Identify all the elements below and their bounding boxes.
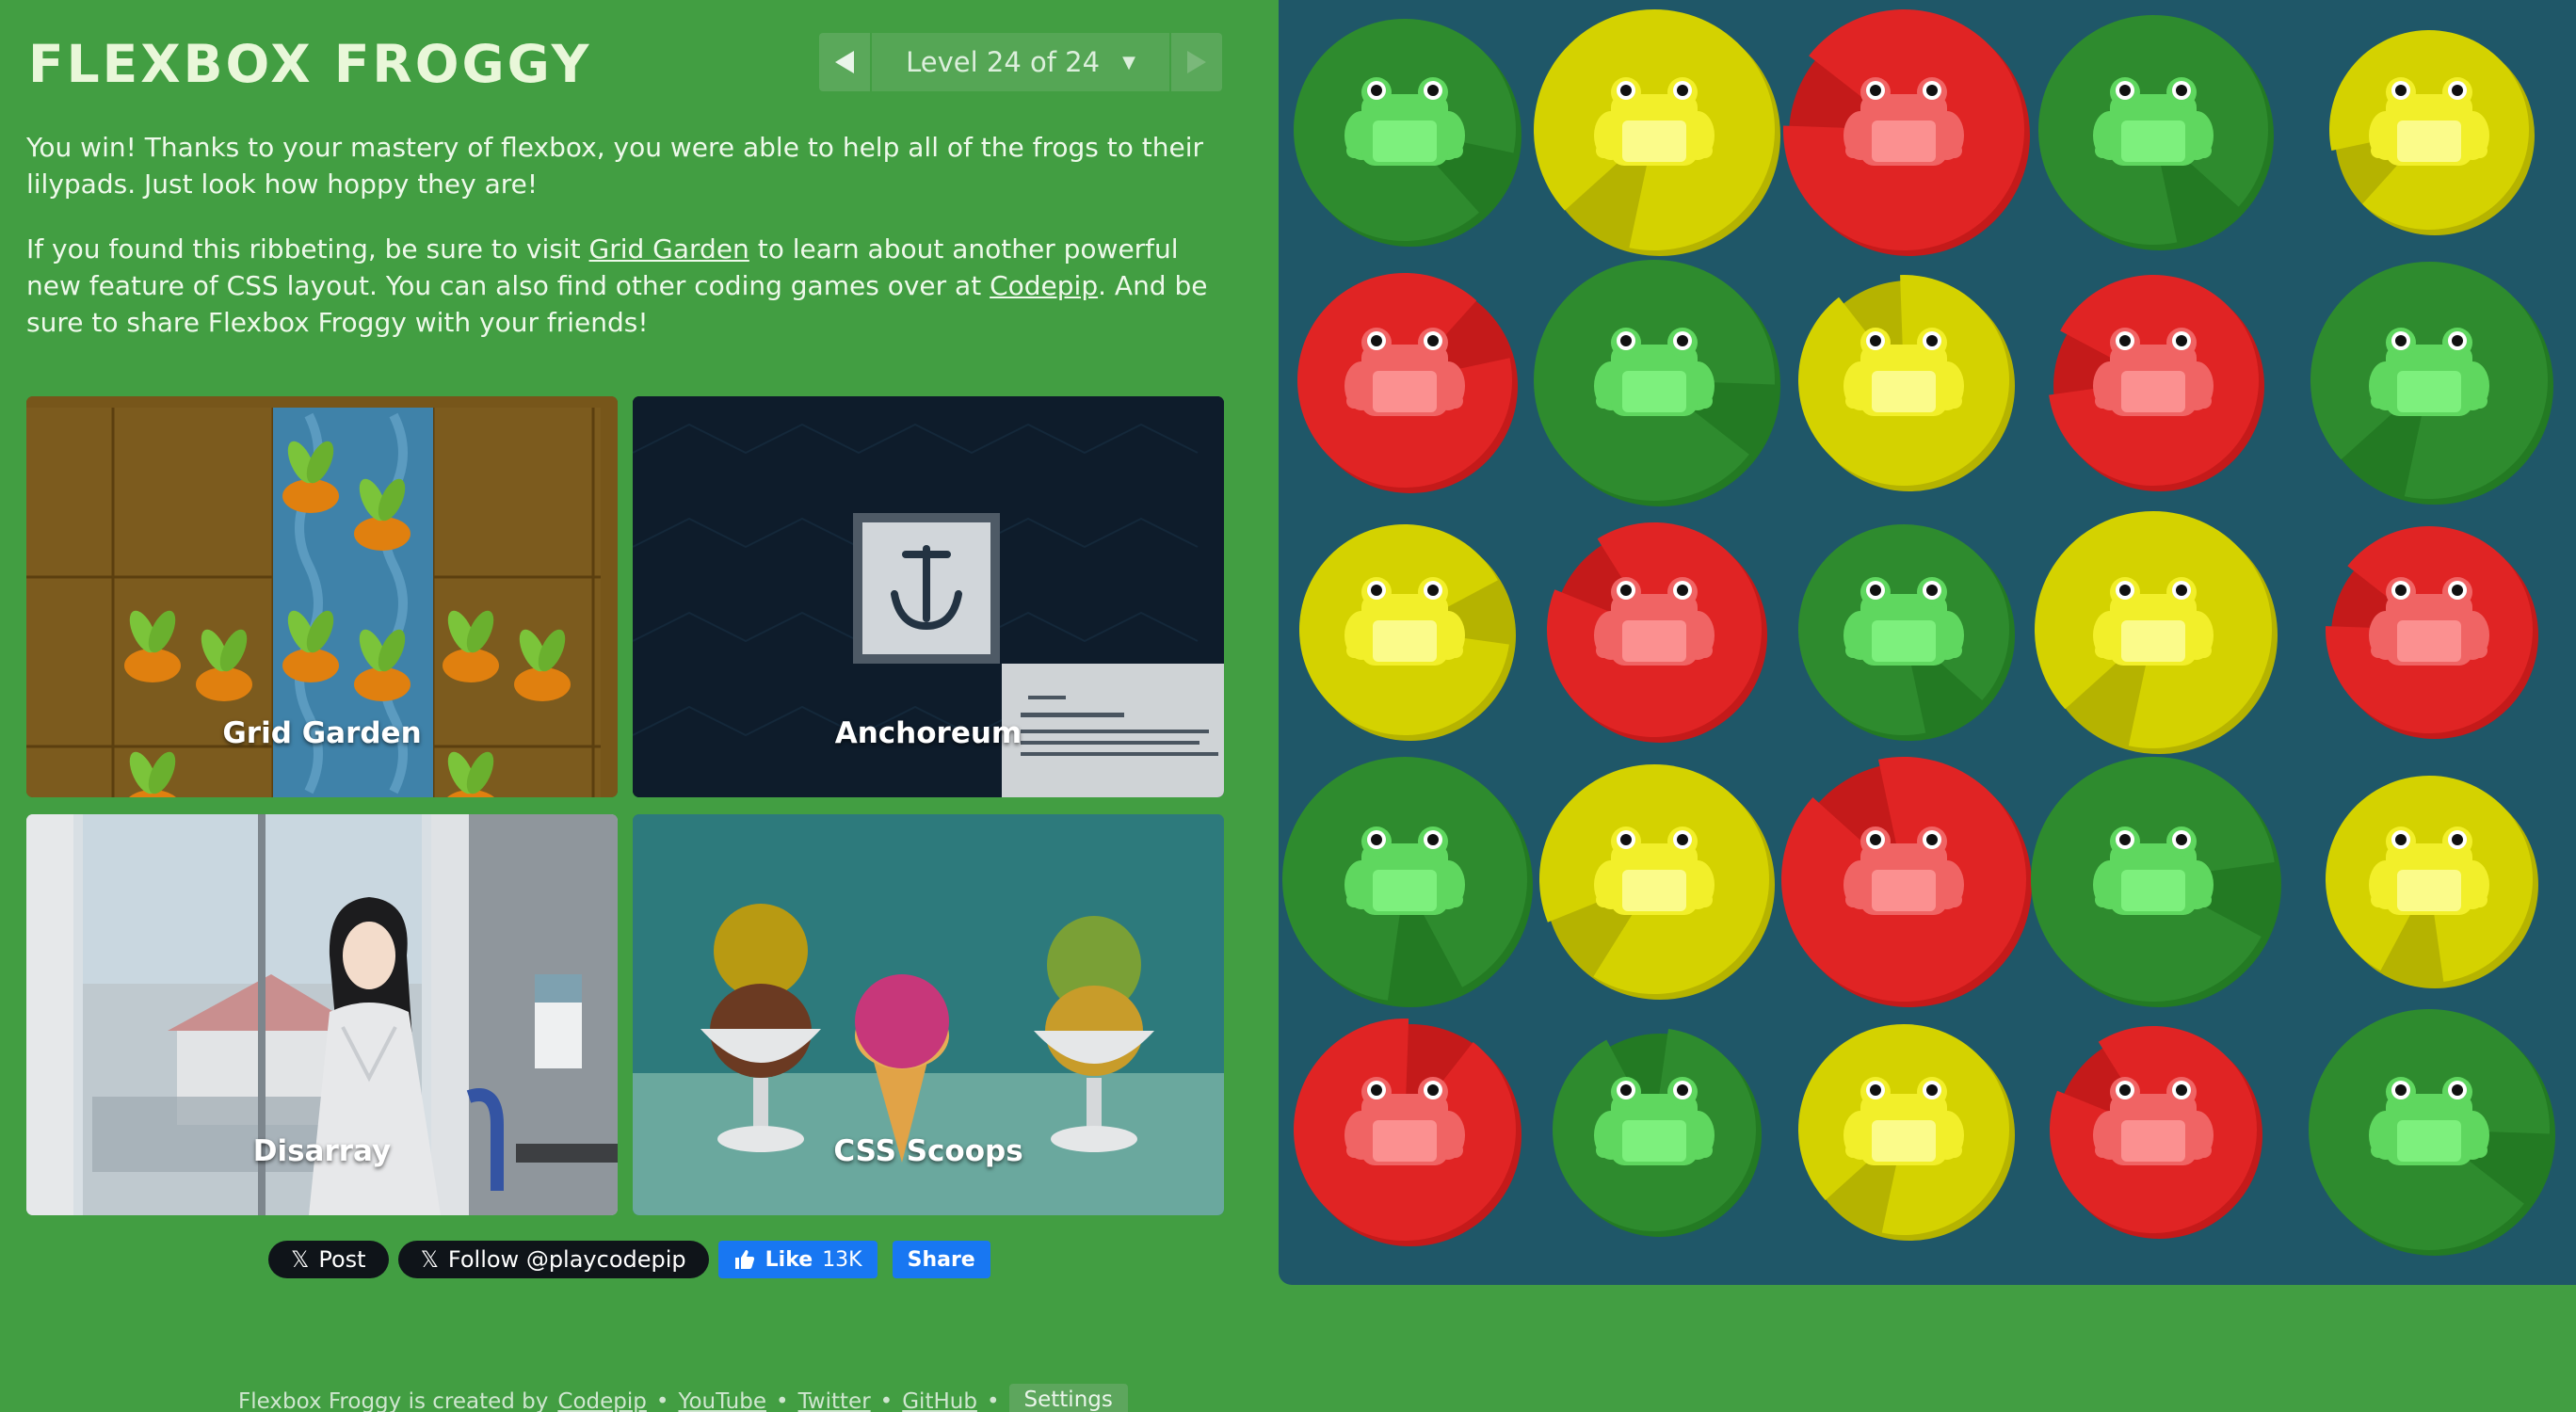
lilypad-green: [1534, 260, 1780, 506]
page-title: FLEXBOX FROGGY: [28, 34, 592, 94]
footer-github-link[interactable]: GitHub: [902, 1389, 977, 1412]
level-navigation: Level 24 of 24 ▼: [819, 33, 1222, 91]
lilypad-yellow: [2329, 30, 2535, 235]
lilypad-red: [1781, 757, 2032, 1007]
x-follow-label: Follow @playcodepip: [447, 1246, 686, 1273]
lilypad-yellow: [1299, 523, 1516, 741]
pond-board: [1279, 0, 2576, 1285]
x-logo-icon: 𝕏: [291, 1246, 310, 1273]
win-message: You win! Thanks to your mastery of flexb…: [26, 132, 1204, 200]
game-card-label: Anchoreum: [834, 716, 1022, 750]
pond-canvas: [1282, 8, 2555, 1256]
footer-separator: •: [655, 1389, 669, 1412]
codepip-link[interactable]: Codepip: [990, 270, 1098, 301]
lilypad-green: [2038, 15, 2274, 250]
lilypad-green: [1294, 19, 1521, 247]
triangle-right-icon: [1187, 51, 1206, 73]
footer-codepip-link[interactable]: Codepip: [557, 1389, 646, 1412]
social-buttons: 𝕏 Post 𝕏 Follow @playcodepip Like 13K Sh…: [268, 1241, 990, 1278]
previous-level-button[interactable]: [819, 33, 870, 91]
facebook-share-button[interactable]: Share: [892, 1241, 990, 1278]
facebook-like-label: Like: [765, 1247, 813, 1272]
x-post-label: Post: [318, 1246, 366, 1273]
lilypad-yellow: [2035, 511, 2278, 754]
game-card-label: Disarray: [252, 1134, 392, 1168]
x-follow-button[interactable]: 𝕏 Follow @playcodepip: [397, 1241, 709, 1278]
lilypad-green: [1282, 757, 1533, 1007]
level-indicator-label: Level 24 of 24: [906, 46, 1101, 78]
css-scoops-card[interactable]: CSS Scoops: [633, 814, 1224, 1215]
thumbs-up-icon: [734, 1250, 754, 1269]
game-card-label: CSS Scoops: [833, 1134, 1023, 1168]
anchoreum-card[interactable]: Anchoreum: [633, 396, 1224, 797]
level-select-dropdown[interactable]: Level 24 of 24 ▼: [872, 33, 1169, 91]
promo-text-part1: If you found this ribbeting, be sure to …: [26, 233, 589, 265]
x-logo-icon: 𝕏: [420, 1246, 439, 1273]
footer-youtube-link[interactable]: YouTube: [678, 1389, 766, 1412]
footer-twitter-link[interactable]: Twitter: [798, 1389, 871, 1412]
lilypad-red: [2050, 1026, 2262, 1239]
lilypad-red: [1783, 8, 2030, 256]
lilypad-yellow: [1797, 1023, 2015, 1241]
lilypad-red: [1547, 521, 1767, 743]
grid-garden-card[interactable]: Grid Garden: [26, 396, 618, 797]
footer: Flexbox Froggy is created by Codepip • Y…: [238, 1384, 1128, 1412]
lilypad-yellow: [1534, 9, 1780, 256]
facebook-share-label: Share: [907, 1247, 975, 1272]
game-card-label: Grid Garden: [222, 716, 422, 750]
facebook-like-count: 13K: [822, 1247, 862, 1272]
x-post-button[interactable]: 𝕏 Post: [268, 1241, 389, 1278]
lilypad-red: [2049, 274, 2264, 491]
next-level-button[interactable]: [1171, 33, 1222, 91]
lilypad-yellow: [2326, 776, 2538, 988]
lilypad-green: [1552, 1029, 1762, 1237]
footer-separator: •: [775, 1389, 789, 1412]
facebook-like-button[interactable]: Like 13K: [717, 1241, 877, 1278]
sidebar: FLEXBOX FROGGY Level 24 of 24 ▼ You win!…: [26, 0, 1224, 1412]
lilypad-red: [2326, 525, 2538, 739]
footer-credit: Flexbox Froggy is created by: [238, 1389, 549, 1412]
promo-message: If you found this ribbeting, be sure to …: [26, 231, 1224, 341]
footer-separator: •: [879, 1389, 894, 1412]
caret-down-icon: ▼: [1122, 52, 1135, 72]
triangle-left-icon: [835, 51, 854, 73]
lilypad-red: [1294, 1019, 1521, 1246]
footer-separator: •: [986, 1389, 1000, 1412]
lilypad-red: [1297, 273, 1518, 493]
lilypad-green: [2309, 1009, 2555, 1256]
lilypad-yellow: [1798, 275, 2015, 491]
settings-button[interactable]: Settings: [1008, 1384, 1128, 1412]
lilypad-green: [2031, 757, 2281, 1007]
lilypad-green: [2310, 262, 2553, 505]
disarray-card[interactable]: Disarray: [26, 814, 618, 1215]
lilypad-yellow: [1539, 763, 1775, 1000]
grid-garden-link[interactable]: Grid Garden: [589, 233, 749, 265]
lilypad-green: [1798, 524, 2015, 741]
